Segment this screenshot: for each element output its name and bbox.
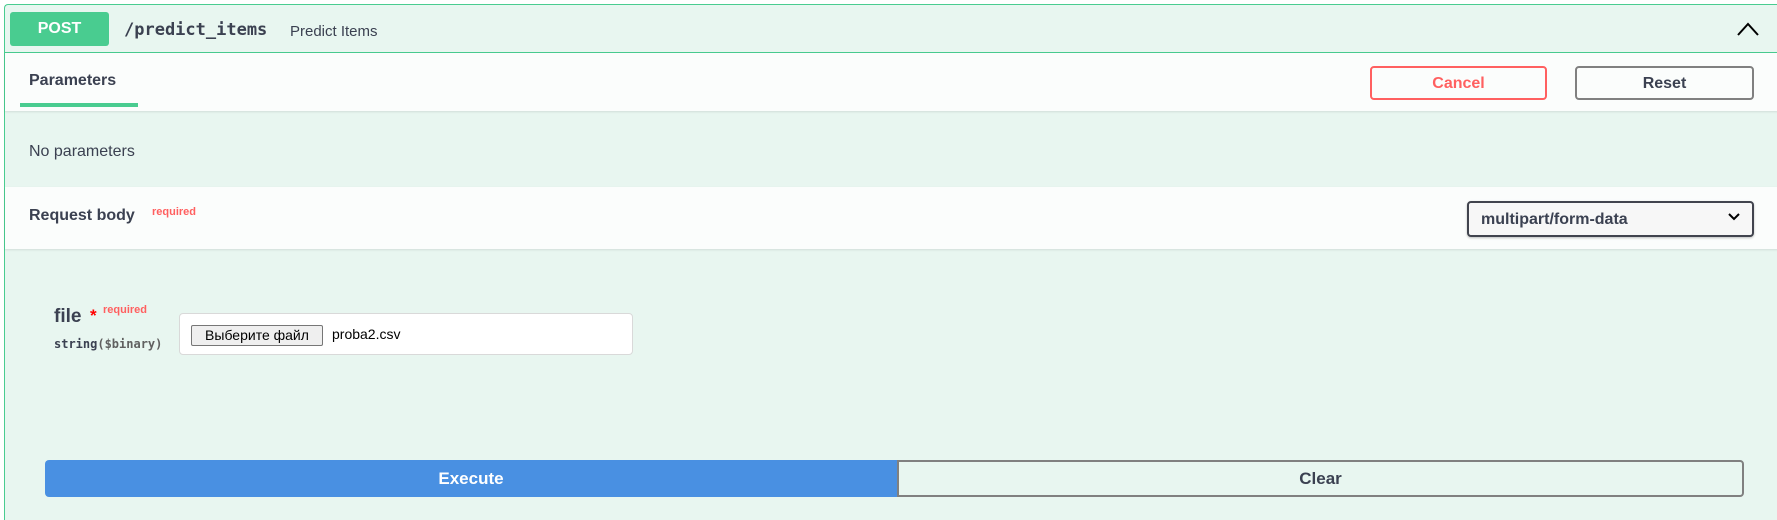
reset-button[interactable]: Reset — [1575, 66, 1754, 100]
required-star: * — [90, 306, 97, 325]
endpoint-path: /predict_items — [124, 20, 268, 40]
operation-description: Predict Items — [290, 23, 378, 40]
request-body-required-label: required — [152, 206, 197, 218]
choose-file-button[interactable]: Выберите файл — [191, 325, 323, 346]
clear-button[interactable]: Clear — [897, 460, 1744, 497]
cancel-button[interactable]: Cancel — [1370, 66, 1547, 100]
collapse-button[interactable] — [1718, 9, 1777, 49]
chosen-file-name: proba2.csv — [332, 326, 401, 342]
parameter-required-label: required — [103, 304, 148, 316]
active-tab-indicator — [20, 103, 138, 107]
request-body-title: Request body — [29, 207, 135, 224]
content-type-value: multipart/form-data — [1481, 211, 1628, 228]
parameter-type: string($binary) — [54, 337, 162, 351]
request-body-header: Request body required multipart/form-dat… — [5, 187, 1777, 249]
method-badge: POST — [10, 12, 109, 46]
operation-summary[interactable]: POST /predict_items Predict Items — [5, 5, 1777, 53]
tab-parameters[interactable]: Parameters — [29, 72, 116, 90]
parameter-name: file — [54, 306, 82, 327]
chevron-up-icon — [1737, 22, 1759, 36]
no-parameters-text: No parameters — [29, 143, 135, 160]
execute-button[interactable]: Execute — [45, 460, 897, 497]
chevron-down-icon — [1728, 213, 1740, 221]
parameter-format: ($binary) — [97, 337, 163, 351]
parameter-type-name: string — [54, 337, 98, 351]
content-type-select[interactable]: multipart/form-data — [1467, 201, 1754, 237]
file-input[interactable]: Выберите файл proba2.csv — [179, 313, 633, 355]
parameters-header: Parameters Cancel Reset — [5, 53, 1777, 111]
operation-block-post-predict-items: POST /predict_items Predict Items Parame… — [4, 4, 1777, 520]
